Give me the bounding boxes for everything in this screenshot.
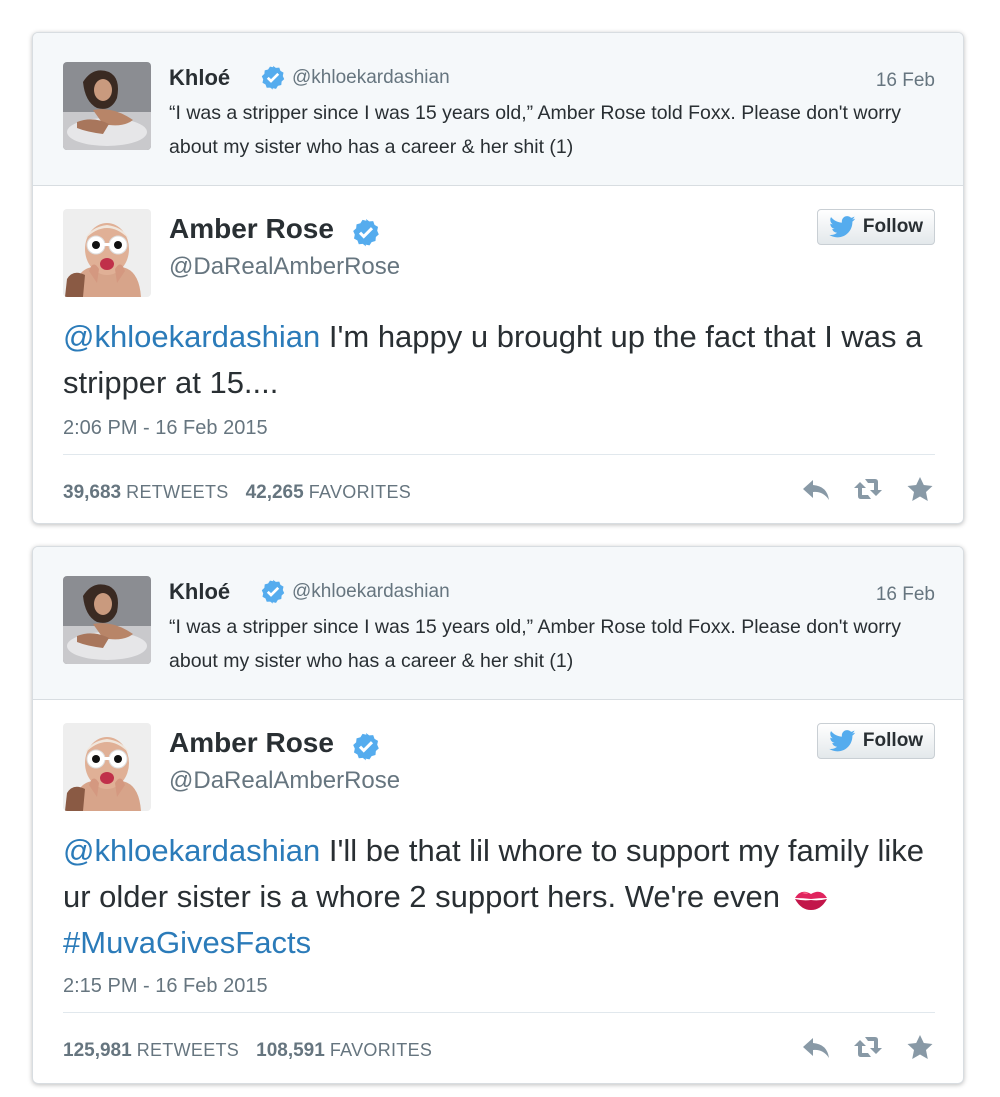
quoted-author-handle[interactable]: @khloekardashian <box>292 67 450 89</box>
quoted-tweet-date[interactable]: 16 Feb <box>876 584 935 606</box>
twitter-bird-icon <box>829 730 856 752</box>
quoted-tweet-date[interactable]: 16 Feb <box>876 70 935 92</box>
quoted-tweet-text: “I was a stripper since I was 15 years o… <box>169 102 902 158</box>
tweet-timestamp[interactable]: 2:06 PM - 16 Feb 2015 <box>63 417 268 440</box>
tweet-actions <box>801 476 935 502</box>
retweet-count[interactable]: 125,981 <box>63 1040 132 1061</box>
quoted-author-handle[interactable]: @khloekardashian <box>292 581 450 603</box>
quoted-tweet[interactable]: Khloé @khloekardashian 16 Feb “I was a s… <box>33 547 963 700</box>
verified-badge-icon <box>261 65 285 90</box>
khloe-avatar[interactable] <box>63 576 151 664</box>
mention-link[interactable]: @khloekardashian <box>63 319 320 354</box>
favorite-star-icon[interactable] <box>905 1034 935 1060</box>
quoted-author-name[interactable]: Khloé <box>169 579 230 605</box>
kiss-emoji-icon <box>794 891 827 910</box>
favorite-star-icon[interactable] <box>905 476 935 502</box>
retweet-count[interactable]: 39,683 <box>63 482 121 503</box>
stats-divider <box>63 1012 935 1013</box>
verified-badge-icon <box>353 733 379 761</box>
tweet-stats: 39,683 RETWEETS 42,265 FAVORITES <box>63 482 423 504</box>
author-name[interactable]: Amber Rose <box>169 213 334 245</box>
quoted-tweet-text: “I was a stripper since I was 15 years o… <box>169 616 902 672</box>
quoted-author-name[interactable]: Khloé <box>169 65 230 91</box>
embedded-tweet-1: Khloé @khloekardashian 16 Feb “I was a s… <box>32 32 964 524</box>
embedded-tweet-2: Khloé @khloekardashian 16 Feb “I was a s… <box>32 546 964 1084</box>
twitter-bird-icon <box>829 216 856 238</box>
retweet-icon[interactable] <box>853 1034 883 1060</box>
follow-button[interactable]: Follow <box>817 209 935 245</box>
follow-button[interactable]: Follow <box>817 723 935 759</box>
tweet-text: @khloekardashian I'll be that lil whore … <box>63 828 933 966</box>
amber-rose-avatar[interactable] <box>63 723 151 811</box>
favorite-count[interactable]: 108,591 <box>256 1040 325 1061</box>
retweet-icon[interactable] <box>853 476 883 502</box>
mention-link[interactable]: @khloekardashian <box>63 833 320 868</box>
tweet-text: @khloekardashian I'm happy u brought up … <box>63 314 933 406</box>
quoted-tweet[interactable]: Khloé @khloekardashian 16 Feb “I was a s… <box>33 33 963 186</box>
amber-rose-avatar[interactable] <box>63 209 151 297</box>
tweet-timestamp[interactable]: 2:15 PM - 16 Feb 2015 <box>63 975 268 998</box>
favorites-label: FAVORITES <box>329 1040 433 1060</box>
author-handle[interactable]: @DaRealAmberRose <box>169 253 400 281</box>
tweet-actions <box>801 1034 935 1060</box>
reply-icon[interactable] <box>801 476 831 502</box>
retweets-label: RETWEETS <box>126 482 229 502</box>
favorite-count[interactable]: 42,265 <box>246 482 304 503</box>
stats-divider <box>63 454 935 455</box>
follow-label: Follow <box>862 730 924 751</box>
tweet-stats: 125,981 RETWEETS 108,591 FAVORITES <box>63 1040 444 1062</box>
reply-icon[interactable] <box>801 1034 831 1060</box>
verified-badge-icon <box>353 219 379 247</box>
retweets-label: RETWEETS <box>136 1040 240 1060</box>
khloe-avatar[interactable] <box>63 62 151 150</box>
hashtag-link[interactable]: #MuvaGivesFacts <box>63 925 311 960</box>
verified-badge-icon <box>261 579 285 604</box>
favorites-label: FAVORITES <box>308 482 412 502</box>
follow-label: Follow <box>862 216 924 237</box>
author-handle[interactable]: @DaRealAmberRose <box>169 767 400 795</box>
author-name[interactable]: Amber Rose <box>169 727 334 759</box>
